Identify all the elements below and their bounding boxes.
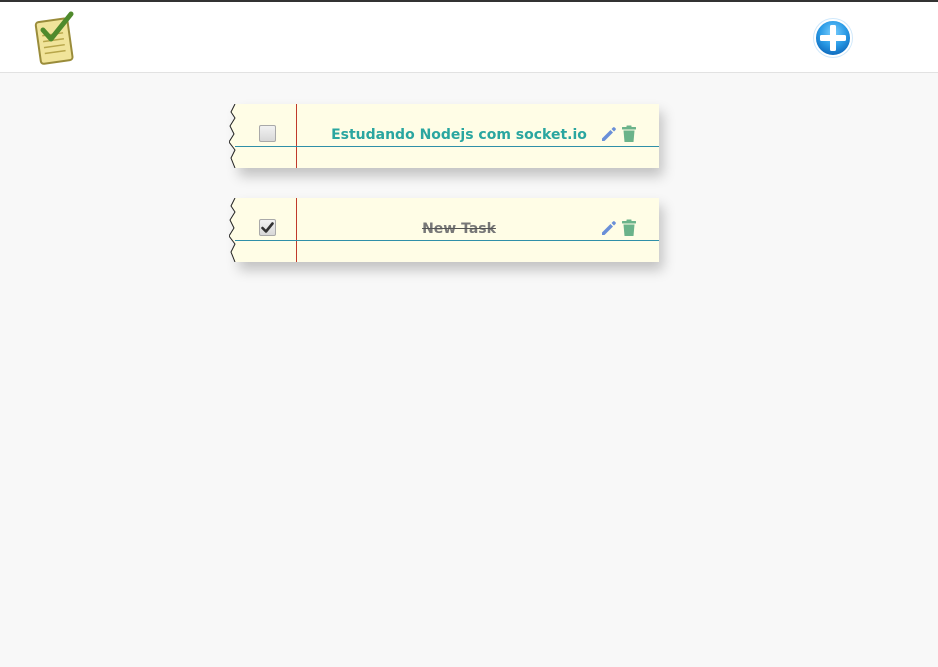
task-checkbox[interactable]: [259, 125, 276, 142]
checklist-notepad-icon: [34, 11, 74, 65]
task-card: Estudando Nodejs com socket.io: [229, 104, 659, 168]
app-header: [0, 0, 938, 73]
checkmark-icon: [261, 222, 274, 233]
trash-icon[interactable]: [621, 219, 637, 237]
margin-line: [296, 198, 297, 262]
margin-line: [296, 104, 297, 168]
torn-edge: [229, 198, 236, 262]
task-label: Estudando Nodejs com socket.io: [331, 127, 587, 143]
trash-icon[interactable]: [621, 125, 637, 143]
task-label: New Task: [422, 221, 496, 237]
rule-line: [235, 146, 659, 147]
task-card: New Task: [229, 198, 659, 262]
torn-edge: [229, 104, 236, 168]
add-task-button[interactable]: [811, 16, 855, 60]
task-checkbox[interactable]: [259, 219, 276, 236]
pencil-icon[interactable]: [600, 219, 618, 237]
rule-line: [235, 240, 659, 241]
pencil-icon[interactable]: [600, 125, 618, 143]
